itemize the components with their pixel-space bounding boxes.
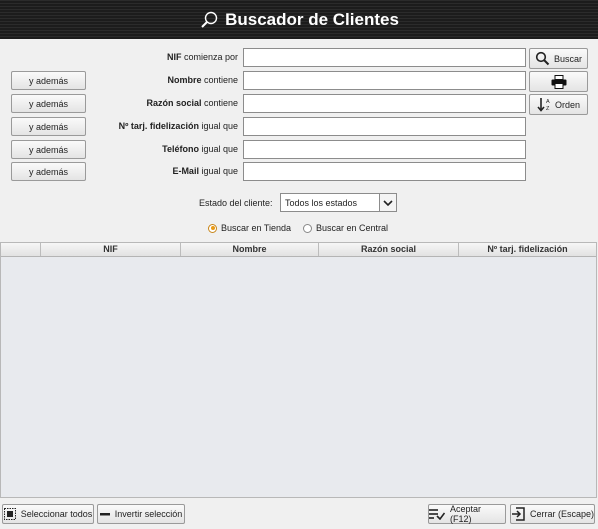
radio-buscar-tienda-label: Buscar en Tienda	[221, 223, 292, 233]
column-header-razon-social[interactable]: Razón social	[319, 243, 459, 256]
accept-label: Aceptar (F12)	[450, 504, 482, 524]
results-table[interactable]: NIF Nombre Razón social Nº tarj. fideliz…	[0, 242, 597, 498]
chevron-down-icon[interactable]	[379, 194, 396, 211]
title-bar: Buscador de Clientes	[0, 0, 598, 39]
table-header: NIF Nombre Razón social Nº tarj. fideliz…	[1, 243, 596, 257]
radio-buscar-central[interactable]: Buscar en Central	[303, 223, 388, 233]
filter-label: Nº tarj. fidelización igual que	[119, 117, 238, 136]
filter-label-operator: contiene	[201, 75, 238, 85]
search-button-label: Buscar	[553, 53, 582, 64]
filter-input[interactable]	[243, 48, 526, 67]
filter-label: Razón social contiene	[146, 94, 238, 113]
radio-buscar-tienda[interactable]: Buscar en Tienda	[208, 223, 291, 233]
y-ademas-button[interactable]: y además	[11, 162, 86, 181]
select-all-icon	[3, 508, 16, 520]
filter-label-operator: igual que	[198, 144, 238, 154]
search-button[interactable]: Buscar	[529, 48, 588, 69]
filter-label-field: Nombre	[167, 75, 202, 85]
filter-label-field: E-Mail	[172, 166, 199, 176]
estado-select[interactable]: Todos los estados	[280, 193, 397, 212]
y-ademas-button[interactable]: y además	[11, 140, 86, 159]
radio-unselected-icon	[303, 223, 312, 233]
filter-label: NIF comienza por	[167, 48, 238, 67]
window-title: Buscador de Clientes	[225, 9, 399, 29]
y-ademas-button[interactable]: y además	[11, 117, 86, 136]
accept-button[interactable]: Aceptar (F12)	[428, 504, 506, 524]
sort-az-icon: AZ	[537, 97, 552, 112]
select-all-button[interactable]: Seleccionar todos	[2, 504, 94, 524]
filter-label-operator: igual que	[198, 166, 238, 176]
search-icon	[199, 9, 221, 31]
invert-selection-label: Invertir selección	[114, 509, 183, 519]
filter-input[interactable]	[243, 71, 526, 90]
estado-select-value: Todos los estados	[285, 197, 358, 208]
filter-label: Teléfono igual que	[162, 140, 238, 159]
list-check-icon	[429, 508, 445, 520]
filter-input[interactable]	[243, 162, 526, 181]
filter-label-field: Nº tarj. fidelización	[118, 121, 199, 131]
close-label: Cerrar (Escape)	[530, 509, 595, 519]
close-button[interactable]: Cerrar (Escape)	[510, 504, 595, 524]
filter-input[interactable]	[243, 94, 526, 113]
exit-icon	[511, 507, 525, 521]
minus-icon	[99, 509, 110, 519]
svg-text:Z: Z	[546, 106, 550, 112]
svg-text:A: A	[546, 99, 550, 105]
invert-selection-button[interactable]: Invertir selección	[97, 504, 185, 524]
filter-label-field: Razón social	[146, 98, 202, 108]
search-icon	[535, 51, 550, 66]
filter-input[interactable]	[243, 117, 526, 136]
column-header-nif[interactable]: NIF	[41, 243, 181, 256]
filter-label-operator: igual que	[198, 121, 238, 131]
estado-label: Estado del cliente:	[199, 198, 273, 208]
select-all-label: Seleccionar todos	[20, 509, 93, 519]
filter-input[interactable]	[243, 140, 526, 159]
filter-label-field: NIF	[166, 52, 182, 62]
column-header-nombre[interactable]: Nombre	[181, 243, 319, 256]
sort-button[interactable]: AZ Orden	[529, 94, 588, 115]
filter-label-field: Teléfono	[162, 144, 199, 154]
filter-label-operator: comienza por	[181, 52, 238, 62]
filter-label: E-Mail igual que	[172, 162, 238, 181]
radio-buscar-central-label: Buscar en Central	[316, 223, 389, 233]
filter-label: Nombre contiene	[167, 71, 238, 90]
filter-label-operator: contiene	[201, 98, 238, 108]
printer-icon	[551, 74, 567, 89]
y-ademas-button[interactable]: y además	[11, 94, 86, 113]
radio-selected-icon	[208, 223, 217, 233]
print-button[interactable]	[529, 71, 588, 92]
y-ademas-button[interactable]: y además	[11, 71, 86, 90]
column-header-tarjeta[interactable]: Nº tarj. fidelización	[459, 243, 596, 256]
sort-button-label: Orden	[554, 99, 580, 110]
column-header-select[interactable]	[1, 243, 41, 256]
